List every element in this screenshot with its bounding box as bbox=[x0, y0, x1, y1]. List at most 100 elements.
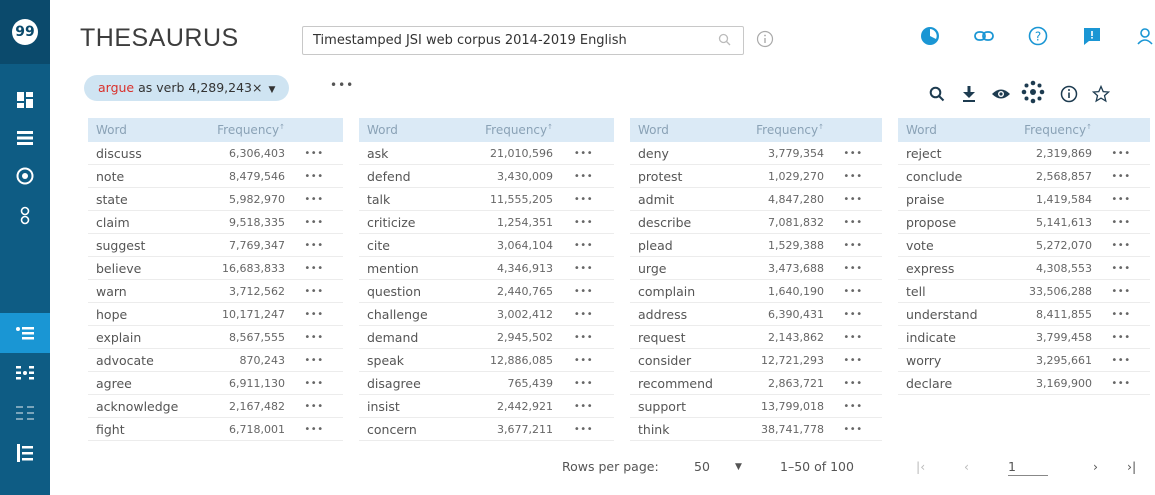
table-row[interactable]: defend 3,430,009 ••• bbox=[359, 165, 614, 188]
page-number-input[interactable]: 1 bbox=[1008, 459, 1048, 476]
row-more-button[interactable]: ••• bbox=[285, 378, 343, 389]
row-more-button[interactable]: ••• bbox=[553, 424, 614, 435]
row-more-button[interactable]: ••• bbox=[285, 401, 343, 412]
word-cell[interactable]: express bbox=[898, 261, 1010, 276]
word-cell[interactable]: deny bbox=[630, 146, 742, 161]
word-cell[interactable]: speak bbox=[359, 353, 471, 368]
word-column-header[interactable]: Word bbox=[898, 118, 1010, 142]
word-cell[interactable]: conclude bbox=[898, 169, 1010, 184]
row-more-button[interactable]: ••• bbox=[553, 194, 614, 205]
table-row[interactable]: mention 4,346,913 ••• bbox=[359, 257, 614, 280]
word-cell[interactable]: agree bbox=[88, 376, 203, 391]
word-cell[interactable]: explain bbox=[88, 330, 203, 345]
word-cell[interactable]: support bbox=[630, 399, 742, 414]
row-more-button[interactable]: ••• bbox=[1092, 378, 1150, 389]
row-more-button[interactable]: ••• bbox=[553, 355, 614, 366]
info-icon[interactable] bbox=[1057, 82, 1081, 106]
row-more-button[interactable]: ••• bbox=[285, 263, 343, 274]
table-row[interactable]: suggest 7,769,347 ••• bbox=[88, 234, 343, 257]
word-cell[interactable]: insist bbox=[359, 399, 471, 414]
query-chip[interactable]: argue as verb 4,289,243× ▼ bbox=[84, 75, 290, 101]
table-row[interactable]: deny 3,779,354 ••• bbox=[630, 142, 882, 165]
row-more-button[interactable]: ••• bbox=[824, 424, 882, 435]
table-row[interactable]: conclude 2,568,857 ••• bbox=[898, 165, 1150, 188]
row-more-button[interactable]: ••• bbox=[1092, 240, 1150, 251]
table-row[interactable]: consider 12,721,293 ••• bbox=[630, 349, 882, 372]
frequency-column-header[interactable]: Frequency↑ bbox=[1010, 118, 1092, 142]
word-cell[interactable]: admit bbox=[630, 192, 742, 207]
last-page-icon[interactable]: ›| bbox=[1127, 459, 1136, 474]
word-cell[interactable]: request bbox=[630, 330, 742, 345]
word-cell[interactable]: criticize bbox=[359, 215, 471, 230]
row-more-button[interactable]: ••• bbox=[553, 240, 614, 251]
row-more-button[interactable]: ••• bbox=[285, 217, 343, 228]
visualize-icon[interactable] bbox=[1021, 80, 1045, 104]
star-icon[interactable] bbox=[1089, 82, 1113, 106]
word-cell[interactable]: praise bbox=[898, 192, 1010, 207]
feedback-icon[interactable] bbox=[1080, 24, 1104, 48]
row-more-button[interactable]: ••• bbox=[1092, 217, 1150, 228]
word-cell[interactable]: believe bbox=[88, 261, 203, 276]
table-row[interactable]: insist 2,442,921 ••• bbox=[359, 395, 614, 418]
table-row[interactable]: admit 4,847,280 ••• bbox=[630, 188, 882, 211]
row-more-button[interactable]: ••• bbox=[824, 240, 882, 251]
word-cell[interactable]: defend bbox=[359, 169, 471, 184]
row-more-button[interactable]: ••• bbox=[553, 401, 614, 412]
table-row[interactable]: think 38,741,778 ••• bbox=[630, 418, 882, 441]
table-row[interactable]: worry 3,295,661 ••• bbox=[898, 349, 1150, 372]
row-more-button[interactable]: ••• bbox=[1092, 171, 1150, 182]
row-more-button[interactable]: ••• bbox=[553, 286, 614, 297]
rows-per-page-select[interactable]: 50 bbox=[694, 459, 710, 474]
row-more-button[interactable]: ••• bbox=[553, 309, 614, 320]
table-row[interactable]: vote 5,272,070 ••• bbox=[898, 234, 1150, 257]
row-more-button[interactable]: ••• bbox=[1092, 309, 1150, 320]
prev-page-icon[interactable]: ‹ bbox=[964, 459, 969, 474]
word-cell[interactable]: warn bbox=[88, 284, 203, 299]
word-cell[interactable]: tell bbox=[898, 284, 1010, 299]
word-cell[interactable]: talk bbox=[359, 192, 471, 207]
table-row[interactable]: question 2,440,765 ••• bbox=[359, 280, 614, 303]
word-cell[interactable]: describe bbox=[630, 215, 742, 230]
feature-circle-icon[interactable] bbox=[918, 24, 942, 48]
corpus-selector[interactable]: Timestamped JSI web corpus 2014-2019 Eng… bbox=[302, 26, 744, 55]
thesaurus-icon[interactable] bbox=[0, 313, 50, 353]
row-more-button[interactable]: ••• bbox=[824, 286, 882, 297]
view-icon[interactable] bbox=[989, 82, 1013, 106]
table-row[interactable]: challenge 3,002,412 ••• bbox=[359, 303, 614, 326]
table-row[interactable]: cite 3,064,104 ••• bbox=[359, 234, 614, 257]
help-icon[interactable]: ? bbox=[1026, 24, 1050, 48]
table-row[interactable]: speak 12,886,085 ••• bbox=[359, 349, 614, 372]
word-cell[interactable]: worry bbox=[898, 353, 1010, 368]
word-cell[interactable]: ask bbox=[359, 146, 471, 161]
table-row[interactable]: discuss 6,306,403 ••• bbox=[88, 142, 343, 165]
row-more-button[interactable]: ••• bbox=[824, 401, 882, 412]
word-cell[interactable]: propose bbox=[898, 215, 1010, 230]
word-cell[interactable]: consider bbox=[630, 353, 742, 368]
table-row[interactable]: urge 3,473,688 ••• bbox=[630, 257, 882, 280]
row-more-button[interactable]: ••• bbox=[1092, 194, 1150, 205]
word-column-header[interactable]: Word bbox=[88, 118, 203, 142]
row-more-button[interactable]: ••• bbox=[553, 217, 614, 228]
row-more-button[interactable]: ••• bbox=[285, 355, 343, 366]
table-row[interactable]: plead 1,529,388 ••• bbox=[630, 234, 882, 257]
search-icon[interactable] bbox=[718, 33, 731, 50]
table-row[interactable]: address 6,390,431 ••• bbox=[630, 303, 882, 326]
row-more-button[interactable]: ••• bbox=[285, 309, 343, 320]
row-more-button[interactable]: ••• bbox=[1092, 148, 1150, 159]
next-page-icon[interactable]: › bbox=[1093, 459, 1098, 474]
row-more-button[interactable]: ••• bbox=[285, 171, 343, 182]
row-more-button[interactable]: ••• bbox=[824, 332, 882, 343]
table-row[interactable]: hope 10,171,247 ••• bbox=[88, 303, 343, 326]
link-icon[interactable] bbox=[972, 24, 996, 48]
row-more-button[interactable]: ••• bbox=[553, 263, 614, 274]
row-more-button[interactable]: ••• bbox=[824, 378, 882, 389]
chevron-down-icon[interactable]: ▼ bbox=[735, 462, 742, 472]
word-cell[interactable]: mention bbox=[359, 261, 471, 276]
row-more-button[interactable]: ••• bbox=[285, 240, 343, 251]
table-row[interactable]: agree 6,911,130 ••• bbox=[88, 372, 343, 395]
row-more-button[interactable]: ••• bbox=[1092, 263, 1150, 274]
first-page-icon[interactable]: |‹ bbox=[916, 459, 925, 474]
row-more-button[interactable]: ••• bbox=[824, 171, 882, 182]
frequency-column-header[interactable]: Frequency↑ bbox=[742, 118, 824, 142]
word-cell[interactable]: complain bbox=[630, 284, 742, 299]
